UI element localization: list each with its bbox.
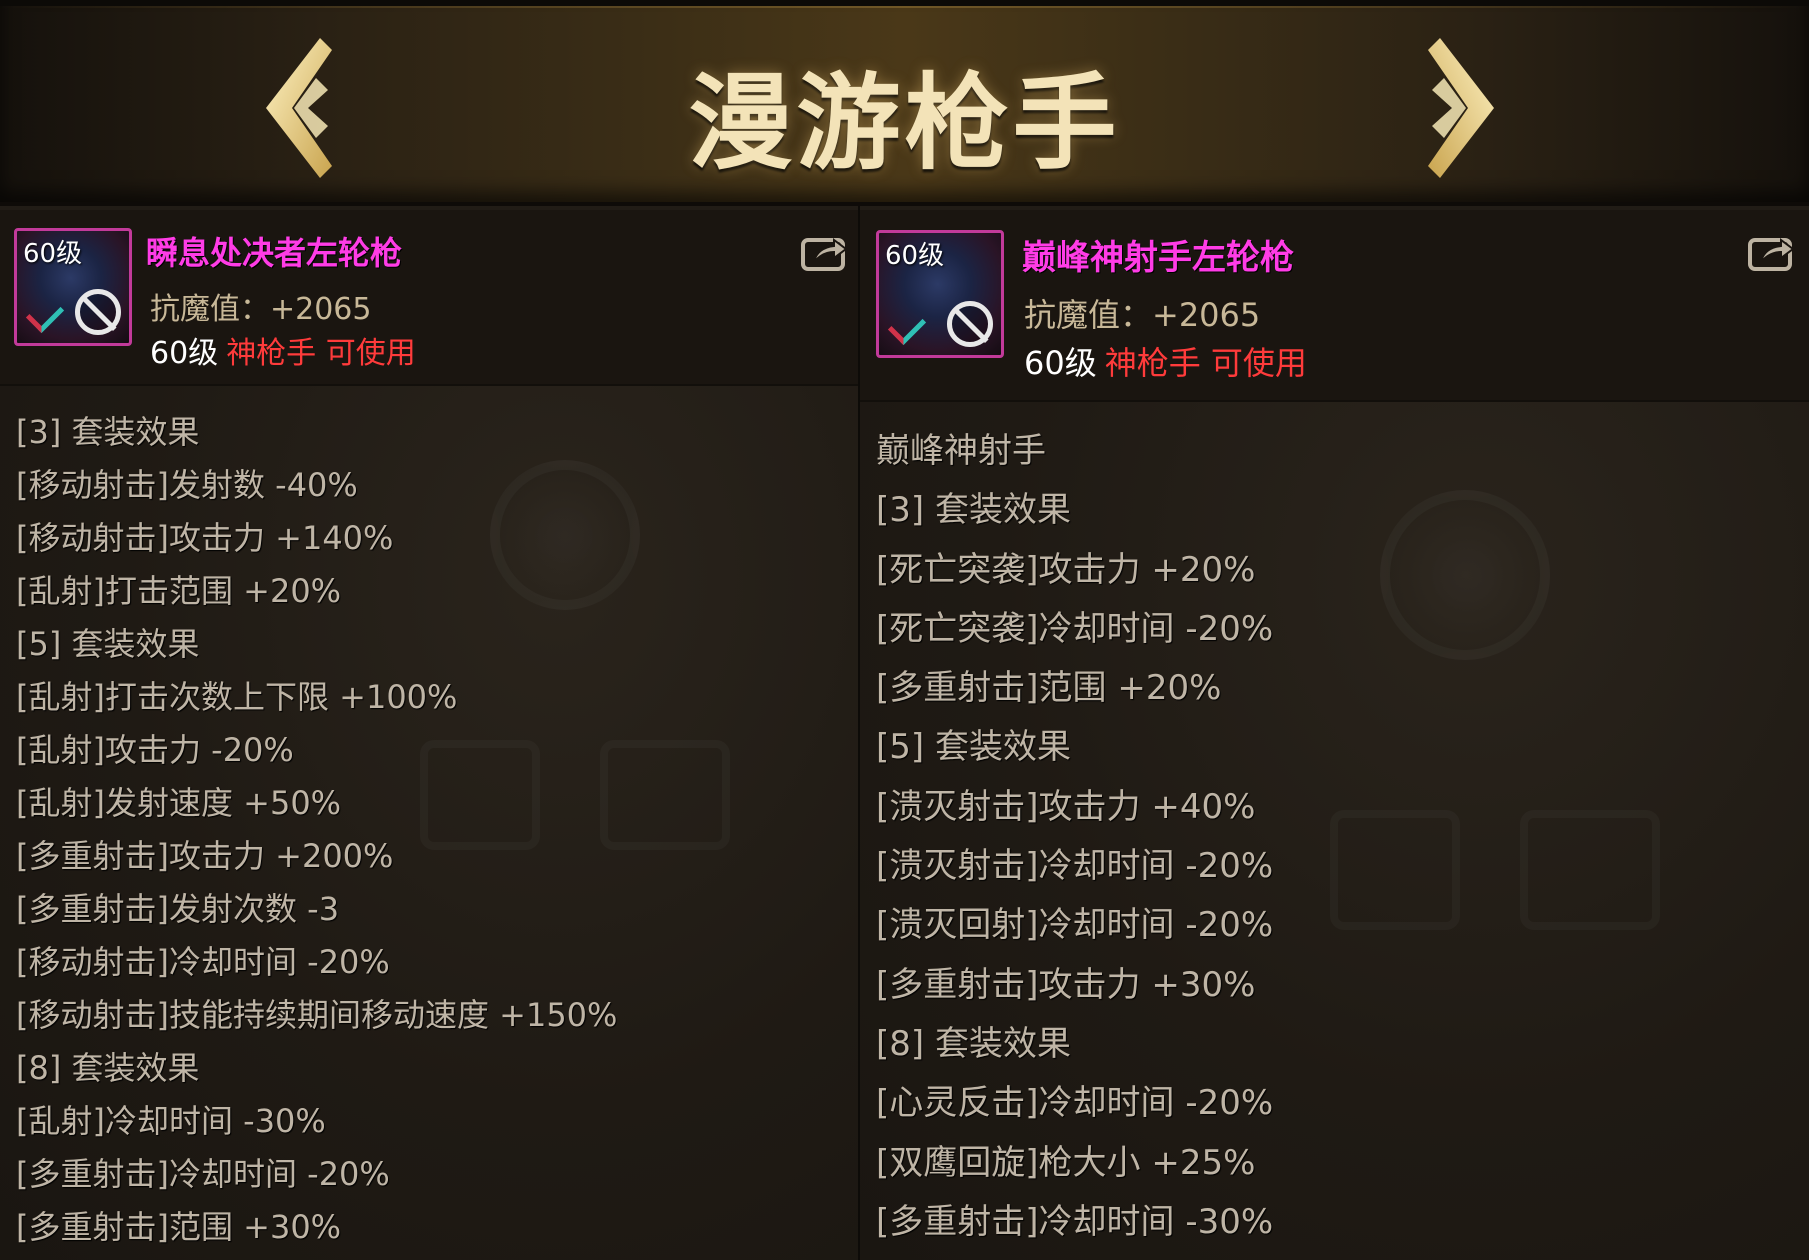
level-badge: 60级 <box>23 239 83 269</box>
effect-line: [心灵反击]冷却时间 -20% <box>876 1083 1274 1124</box>
share-icon[interactable] <box>1747 232 1795 272</box>
effect-line: [多重射击]冷却时间 -20% <box>16 1155 390 1193</box>
effect-line: [多重射击]范围 +30% <box>16 1208 342 1246</box>
effect-line: [移动射击]冷却时间 -20% <box>16 943 390 981</box>
page-title: 漫游枪手 <box>688 62 1121 184</box>
effect-line: [乱射]发射速度 +50% <box>16 784 342 822</box>
item-header: 60级 瞬息处决者左轮枪 抗魔值：+2065 60级 神枪手 可使用 <box>0 210 858 386</box>
prohibited-icon <box>75 289 121 335</box>
required-class: 神枪手 可使用 <box>1104 344 1307 382</box>
required-class: 神枪手 可使用 <box>226 336 416 371</box>
effect-line: [移动射击]技能持续期间移动速度 +150% <box>16 996 618 1034</box>
heart-icon <box>887 306 927 346</box>
effect-line: [溃灭回射]冷却时间 -20% <box>876 905 1274 946</box>
effect-line: [3] 套装效果 <box>876 490 1071 531</box>
effect-line: [乱射]冷却时间 -30% <box>16 1102 326 1140</box>
effect-line: [8] 套装效果 <box>16 1049 200 1087</box>
effect-line: [5] 套装效果 <box>16 625 200 663</box>
effect-line: [乱射]打击范围 +20% <box>16 572 342 610</box>
item-stat: 抗魔值：+2065 <box>150 292 372 327</box>
effect-line: [死亡突袭]冷却时间 -20% <box>876 608 1274 649</box>
effect-line: [溃灭射击]攻击力 +40% <box>876 786 1256 827</box>
effect-line: [多重射击]攻击力 +30% <box>876 964 1256 1005</box>
set-effects-list: [3] 套装效果 [移动射击]发射数 -40% [移动射击]攻击力 +140% … <box>16 406 617 1254</box>
effect-line: [3] 套装效果 <box>16 413 200 451</box>
item-panel-left: 60级 瞬息处决者左轮枪 抗魔值：+2065 60级 神枪手 可使用 [3] 套装… <box>0 210 858 1260</box>
background-slot <box>1520 810 1660 930</box>
set-effects-list: 巅峰神射手 [3] 套装效果 [死亡突袭]攻击力 +20% [死亡突袭]冷却时间… <box>876 422 1273 1252</box>
effect-line: [8] 套装效果 <box>876 1023 1071 1064</box>
title-banner: 漫游枪手 <box>0 0 1809 206</box>
chevron-right-icon[interactable] <box>1412 38 1502 178</box>
item-stat: 抗魔值：+2065 <box>1024 296 1261 334</box>
effect-line: [死亡突袭]攻击力 +20% <box>876 549 1256 590</box>
required-level: 60级 <box>150 336 219 371</box>
background-slot <box>1330 810 1460 930</box>
prohibited-icon <box>947 301 993 347</box>
item-icon[interactable]: 60级 <box>14 228 132 346</box>
effect-line: [溃灭射击]冷却时间 -20% <box>876 846 1274 887</box>
effect-line: [乱射]攻击力 -20% <box>16 731 294 769</box>
item-name: 瞬息处决者左轮枪 <box>146 234 403 272</box>
effect-line: [乱射]打击次数上下限 +100% <box>16 678 458 716</box>
effect-line: [多重射击]范围 +20% <box>876 668 1222 709</box>
set-name: 巅峰神射手 <box>876 431 1046 471</box>
effect-line: [5] 套装效果 <box>876 727 1071 768</box>
item-name: 巅峰神射手左轮枪 <box>1022 238 1294 278</box>
required-level: 60级 <box>1024 344 1097 382</box>
background-emblem <box>1380 490 1550 660</box>
item-requirement: 60级 神枪手 可使用 <box>150 328 416 372</box>
effect-line: [多重射击]发射次数 -3 <box>16 890 340 928</box>
item-icon[interactable]: 60级 <box>876 230 1004 358</box>
effect-line: [多重射击]攻击力 +200% <box>16 837 394 875</box>
effect-line: [双鹰回旋]枪大小 +25% <box>876 1142 1256 1183</box>
effect-line: [移动射击]攻击力 +140% <box>16 519 394 557</box>
background-slot <box>600 740 730 850</box>
level-badge: 60级 <box>885 241 945 271</box>
item-compare-screen: 漫游枪手 60级 瞬息处决者左轮枪 抗魔值：+2065 60级 神枪手 可使用 … <box>0 0 1809 1260</box>
item-requirement: 60级 神枪手 可使用 <box>1024 338 1307 384</box>
heart-icon <box>25 294 65 334</box>
share-icon[interactable] <box>800 232 848 272</box>
item-panel-right: 60级 巅峰神射手左轮枪 抗魔值：+2065 60级 神枪手 可使用 巅峰神射手 … <box>860 210 1809 1260</box>
effect-line: [移动射击]发射数 -40% <box>16 466 358 504</box>
effect-line: [多重射击]冷却时间 -30% <box>876 1201 1274 1242</box>
item-header: 60级 巅峰神射手左轮枪 抗魔值：+2065 60级 神枪手 可使用 <box>860 210 1809 402</box>
